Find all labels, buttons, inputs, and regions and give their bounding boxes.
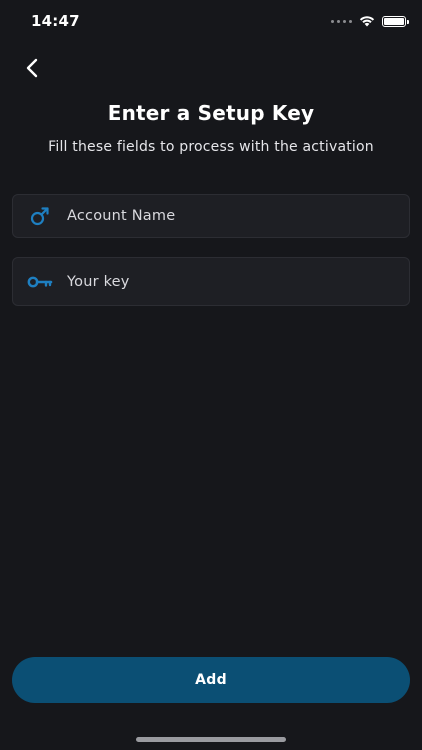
account-name-field[interactable] [12, 194, 410, 238]
status-icons [331, 13, 409, 29]
page-subtitle: Fill these fields to process with the ac… [48, 139, 374, 155]
chevron-left-icon [26, 58, 38, 78]
home-indicator [136, 737, 286, 742]
key-icon [27, 275, 53, 289]
setup-key-input[interactable] [67, 273, 387, 290]
page-title: Enter a Setup Key [107, 101, 315, 125]
status-time: 14:47 [31, 12, 80, 30]
back-button[interactable] [16, 52, 48, 84]
add-button[interactable]: Add [12, 657, 410, 703]
wifi-icon [359, 16, 375, 27]
setup-key-field[interactable] [12, 257, 410, 306]
male-symbol-icon [27, 205, 53, 227]
status-bar: 14:47 [0, 0, 422, 44]
battery-icon [382, 15, 409, 27]
account-name-input[interactable] [67, 208, 387, 224]
cellular-signal-icon [331, 19, 352, 23]
